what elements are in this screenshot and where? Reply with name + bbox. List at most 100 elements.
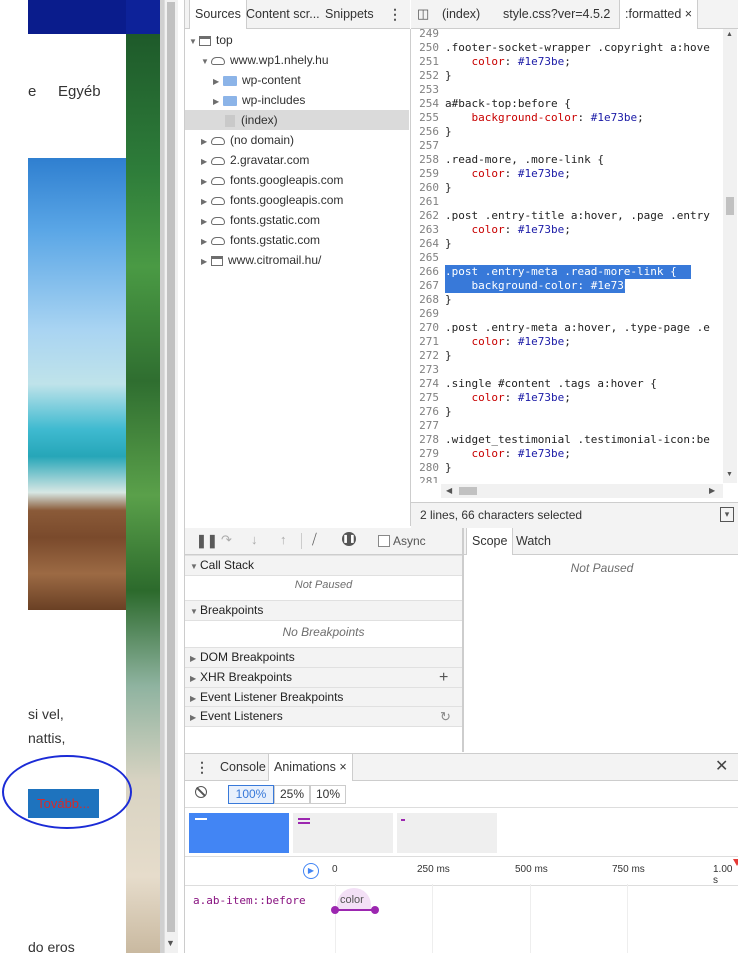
animation-group-preview[interactable] [189,813,289,853]
tab-animations[interactable]: Animations × [268,754,353,781]
tab-watch[interactable]: Watch [516,528,551,554]
code-editor[interactable]: 249 250 .footer-socket-wrapper .copyright … [411,29,721,483]
code-line[interactable]: } [445,293,452,306]
tree-item-domain[interactable]: ▶ fonts.gstatic.com [201,210,320,230]
code-line[interactable]: } [445,461,452,474]
code-line[interactable]: .post .entry-meta a:hover, .type-page .e [445,321,710,334]
selection-status: 2 lines, 66 characters selected [420,508,583,522]
pause-icon[interactable]: ❚❚ [196,533,218,549]
horizontal-scroll-thumb[interactable] [459,487,477,495]
event-listener-breakpoints-header[interactable]: ▶ Event Listener Breakpoints [185,687,462,708]
code-line[interactable]: } [445,349,452,362]
scroll-up-arrow-icon[interactable]: ▲ [726,31,733,38]
tree-item-folder[interactable]: ▶ wp-includes [213,90,305,110]
close-icon[interactable]: × [685,7,692,21]
code-line[interactable]: color: #1e73be; [445,167,571,180]
page-scrollbar-thumb[interactable] [167,2,175,932]
animation-group-preview[interactable] [397,813,497,853]
scrubber-head-icon[interactable] [733,859,738,866]
tab-console[interactable]: Console [220,754,266,780]
toggle-debugger-icon[interactable]: ▾ [720,507,734,522]
tab-index[interactable]: (index) [442,0,480,28]
scroll-right-arrow-icon[interactable]: ▶ [709,486,715,495]
code-line[interactable]: .read-more, .more-link { [445,153,604,166]
tree-item-frame[interactable]: ▶ www.citromail.hu/ [201,250,321,270]
code-line[interactable]: } [445,181,452,194]
tree-item-domain[interactable]: ▼ www.wp1.nhely.hu [201,50,329,70]
keyframe-end-handle[interactable] [371,906,379,914]
code-line[interactable]: .widget_testimonial .testimonial-icon:be [445,433,710,446]
replay-icon[interactable]: ▶ [303,863,319,879]
editor-vertical-scrollbar[interactable]: ▲ ▼ [723,29,737,483]
tree-item-domain[interactable]: ▶ 2.gravatar.com [201,150,309,170]
code-line[interactable]: .post .entry-meta .read-more-link { [445,265,677,278]
code-line[interactable]: color: #1e73be; [445,223,571,236]
tab-content-scripts[interactable]: Content scr... [246,0,320,28]
nav-item-partial[interactable]: e [28,83,36,100]
code-line[interactable]: color: #1e73be; [445,335,571,348]
code-line[interactable]: .single #content .tags a:hover { [445,377,657,390]
editor-scroll-thumb[interactable] [726,197,734,215]
tree-item-domain[interactable]: ▶ (no domain) [201,130,294,150]
tree-item-top[interactable]: ▼ top [189,30,233,50]
animation-bar[interactable] [335,909,375,911]
css-value: #1e73be [517,391,565,404]
collapsed-arrow-icon: ▶ [213,97,220,106]
tab-style-css[interactable]: style.css?ver=4.5.2 [503,0,610,28]
editor-horizontal-scrollbar[interactable]: ◀ ▶ [441,484,723,498]
tab-sources[interactable]: Sources [189,0,247,29]
tree-item-domain[interactable]: ▶ fonts.googleapis.com [201,170,343,190]
code-line[interactable]: background-color: #1e73be; [445,279,644,292]
speed-10-button[interactable]: 10% [310,785,346,804]
code-line[interactable]: color: #1e73be; [445,447,571,460]
speed-100-button[interactable]: 100% [228,785,274,804]
tab-formatted[interactable]: :formatted × [619,0,699,29]
speed-25-button[interactable]: 25% [274,785,310,804]
code-line[interactable]: } [445,405,452,418]
tab-snippets[interactable]: Snippets [325,0,374,28]
code-line[interactable]: .footer-socket-wrapper .copyright a:hove [445,41,710,54]
close-drawer-icon[interactable]: ✕ [715,754,728,780]
call-stack-header[interactable]: ▼ Call Stack [185,555,462,576]
animation-target-node[interactable]: a.ab-item::before [193,894,306,907]
keyframe-start-handle[interactable] [331,906,339,914]
scroll-left-arrow-icon[interactable]: ◀ [446,486,452,495]
tree-item-folder[interactable]: ▶ wp-content [213,70,301,90]
tab-scope[interactable]: Scope [466,528,514,555]
scroll-down-arrow-icon[interactable]: ▼ [726,471,733,478]
code-line[interactable]: } [445,237,452,250]
code-line[interactable]: a#back-top:before { [445,97,571,110]
step-over-icon[interactable]: ↷ [221,532,232,548]
scroll-down-arrow-icon[interactable]: ▼ [166,938,175,948]
animation-group-preview[interactable] [293,813,393,853]
step-out-icon[interactable]: ↑ [280,532,287,547]
close-icon[interactable]: × [339,760,346,774]
code-line[interactable]: background-color: #1e73be; [445,111,644,124]
code-line[interactable]: .post .entry-title a:hover, .page .entry [445,209,710,222]
tree-item-file-selected[interactable]: (index) [185,110,409,130]
code-line[interactable]: color: #1e73be; [445,55,571,68]
add-icon[interactable]: + [439,668,448,687]
nav-item-egyeb[interactable]: Egyéb [58,83,101,100]
event-listeners-header[interactable]: ▶ Event Listeners ↻ [185,706,462,727]
pause-on-exceptions-icon[interactable]: ❚❚ [342,532,356,546]
drawer-menu-icon[interactable]: ⋮ [195,754,209,780]
toggle-navigator-icon[interactable]: ◫ [417,0,429,28]
file-icon [225,114,235,127]
tree-item-domain[interactable]: ▶ fonts.gstatic.com [201,230,320,250]
async-checkbox[interactable] [378,535,390,547]
more-tabs-icon[interactable]: ⋮ [388,0,402,28]
deactivate-breakpoints-icon[interactable]: ⧸ [312,531,317,548]
xhr-breakpoints-header[interactable]: ▶ XHR Breakpoints + [185,667,462,688]
step-into-icon[interactable]: ↓ [251,532,258,547]
tree-item-domain[interactable]: ▶ fonts.googleapis.com [201,190,343,210]
code-line[interactable]: } [445,125,452,138]
code-line[interactable]: } [445,69,452,82]
clear-animations-icon[interactable] [195,786,207,798]
code-line[interactable]: color: #1e73be; [445,391,571,404]
css-property: color [471,335,505,348]
breakpoints-header[interactable]: ▼ Breakpoints [185,600,462,621]
collapsed-arrow-icon: ▶ [201,237,208,246]
dom-breakpoints-header[interactable]: ▶ DOM Breakpoints [185,647,462,668]
refresh-icon[interactable]: ↻ [440,707,451,726]
